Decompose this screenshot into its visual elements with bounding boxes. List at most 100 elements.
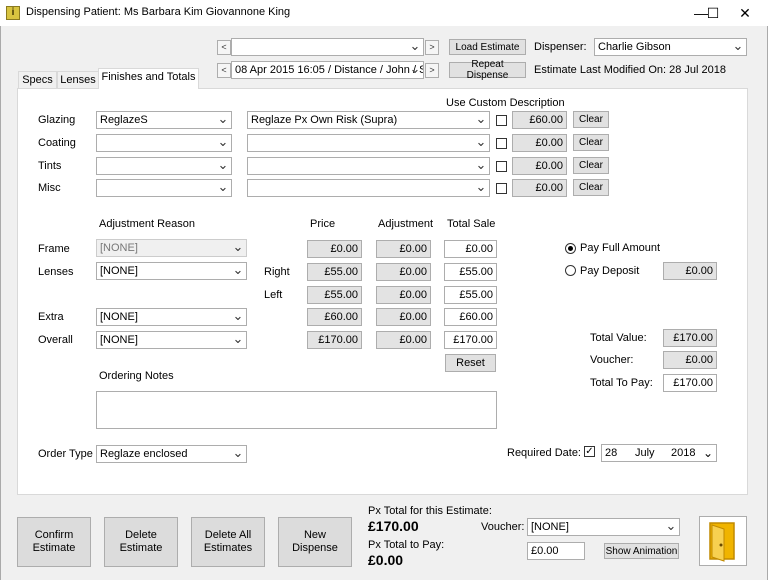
chevron-down-icon xyxy=(409,39,421,55)
coating-price-field: £0.00 xyxy=(512,134,567,152)
glazing-custom-checkbox[interactable] xyxy=(496,115,507,126)
tints-label: Tints xyxy=(38,160,62,172)
left-price-field: £55.00 xyxy=(307,286,362,304)
tints-description-select[interactable] xyxy=(247,157,490,175)
title-bar: i Dispensing Patient: Ms Barbara Kim Gio… xyxy=(0,0,768,26)
chevron-down-icon xyxy=(217,180,229,196)
voucher-summary-field: £0.00 xyxy=(663,351,717,369)
pay-full-radio[interactable] xyxy=(565,243,576,254)
right-adjustment-field: £0.00 xyxy=(376,263,431,281)
chevron-down-icon xyxy=(217,112,229,128)
overall-adjustment-field: £0.00 xyxy=(376,331,431,349)
delete-estimate-button[interactable]: Delete Estimate xyxy=(104,517,178,567)
px-total-value: £170.00 xyxy=(368,518,419,534)
tab-specs[interactable]: Specs xyxy=(18,71,57,89)
tints-clear-button[interactable]: Clear xyxy=(573,157,609,174)
confirm-estimate-button[interactable]: Confirm Estimate xyxy=(17,517,91,567)
glazing-type-select[interactable]: ReglazeS xyxy=(96,111,232,129)
ordering-notes-textarea[interactable] xyxy=(96,391,497,429)
lenses-label: Lenses xyxy=(38,266,74,278)
left-total-field[interactable]: £55.00 xyxy=(444,286,497,304)
order-type-select[interactable]: Reglaze enclosed xyxy=(96,445,247,463)
chevron-down-icon xyxy=(732,39,744,55)
adjustment-header: Adjustment xyxy=(378,218,434,230)
chevron-down-icon xyxy=(475,180,487,196)
repeat-dispense-button[interactable]: Repeat Dispense xyxy=(449,59,526,81)
left-adjustment-field: £0.00 xyxy=(376,286,431,304)
chevron-down-icon xyxy=(217,135,229,151)
app-icon: i xyxy=(6,6,20,20)
total-to-pay-field[interactable]: £170.00 xyxy=(663,374,717,392)
price-header: Price xyxy=(310,218,336,230)
calendar-dropdown-icon: ⌄ xyxy=(702,446,713,460)
required-date-picker[interactable]: 28 July 2018 ⌄ xyxy=(601,444,717,462)
voucher-label: Voucher: xyxy=(481,521,525,533)
lenses-reason-select[interactable]: [NONE] xyxy=(96,262,247,280)
date-day: 28 xyxy=(605,447,618,459)
glazing-clear-button[interactable]: Clear xyxy=(573,111,609,128)
delete-all-estimates-button[interactable]: Delete All Estimates xyxy=(191,517,265,567)
right-total-field[interactable]: £55.00 xyxy=(444,263,497,281)
voucher-select[interactable]: [NONE] xyxy=(527,518,680,536)
coating-description-select[interactable] xyxy=(247,134,490,152)
tab-lenses[interactable]: Lenses xyxy=(57,71,99,89)
ordering-notes-label: Ordering Notes xyxy=(99,370,174,382)
glazing-description-select[interactable]: Reglaze Px Own Risk (Supra) xyxy=(247,111,490,129)
px-total-label: Px Total for this Estimate: xyxy=(368,505,492,517)
chevron-down-icon xyxy=(232,332,244,348)
chevron-down-icon xyxy=(232,309,244,325)
left-label: Left xyxy=(264,289,283,301)
overall-label: Overall xyxy=(38,334,73,346)
tints-price-field: £0.00 xyxy=(512,157,567,175)
frame-label: Frame xyxy=(38,243,70,255)
close-button[interactable]: ✕ xyxy=(722,0,768,26)
date-month: July xyxy=(635,447,655,459)
extra-reason-select[interactable]: [NONE] xyxy=(96,308,247,326)
tints-custom-checkbox[interactable] xyxy=(496,161,507,172)
pay-deposit-radio[interactable] xyxy=(565,265,576,276)
misc-custom-checkbox[interactable] xyxy=(496,183,507,194)
exit-door-button[interactable] xyxy=(699,516,747,566)
overall-reason-select[interactable]: [NONE] xyxy=(96,331,247,349)
tints-type-select[interactable] xyxy=(96,157,232,175)
adjustment-reason-header: Adjustment Reason xyxy=(99,218,195,230)
estimate-next-button[interactable]: > xyxy=(425,40,439,55)
chevron-down-icon xyxy=(475,112,487,128)
chevron-down-icon xyxy=(665,519,677,535)
chevron-down-icon xyxy=(217,158,229,174)
history-prev-button[interactable]: < xyxy=(217,63,231,78)
right-label: Right xyxy=(264,266,290,278)
load-estimate-button[interactable]: Load Estimate xyxy=(449,39,526,55)
new-dispense-button[interactable]: New Dispense xyxy=(278,517,352,567)
voucher-amount-field[interactable]: £0.00 xyxy=(527,542,585,560)
extra-total-field[interactable]: £60.00 xyxy=(444,308,497,326)
required-date-checkbox[interactable]: ✓ xyxy=(584,446,595,457)
misc-description-select[interactable] xyxy=(247,179,490,197)
estimate-prev-button[interactable]: < xyxy=(217,40,231,55)
coating-custom-checkbox[interactable] xyxy=(496,138,507,149)
show-animation-button[interactable]: Show Animation xyxy=(604,543,679,559)
coating-type-select[interactable] xyxy=(96,134,232,152)
dispenser-select[interactable]: Charlie Gibson xyxy=(594,38,747,56)
overall-total-field[interactable]: £170.00 xyxy=(444,331,497,349)
door-icon xyxy=(709,522,735,562)
chevron-down-icon xyxy=(475,135,487,151)
extra-adjustment-field: £0.00 xyxy=(376,308,431,326)
order-type-label: Order Type xyxy=(38,448,93,460)
chevron-down-icon xyxy=(232,263,244,279)
frame-total-field[interactable]: £0.00 xyxy=(444,240,497,258)
overall-price-field: £170.00 xyxy=(307,331,362,349)
misc-type-select[interactable] xyxy=(96,179,232,197)
frame-price-field: £0.00 xyxy=(307,240,362,258)
required-date-label: Required Date: xyxy=(507,447,581,459)
glazing-price-field: £60.00 xyxy=(512,111,567,129)
tab-finishes-and-totals[interactable]: Finishes and Totals xyxy=(98,68,199,89)
history-next-button[interactable]: > xyxy=(425,63,439,78)
coating-clear-button[interactable]: Clear xyxy=(573,134,609,151)
misc-clear-button[interactable]: Clear xyxy=(573,179,609,196)
estimate-select[interactable] xyxy=(231,38,424,56)
custom-description-header: Use Custom Description xyxy=(446,97,565,109)
history-select[interactable]: 08 Apr 2015 16:05 / Distance / John / S2… xyxy=(231,61,424,79)
reset-button[interactable]: Reset xyxy=(445,354,496,372)
chevron-down-icon xyxy=(409,62,421,78)
